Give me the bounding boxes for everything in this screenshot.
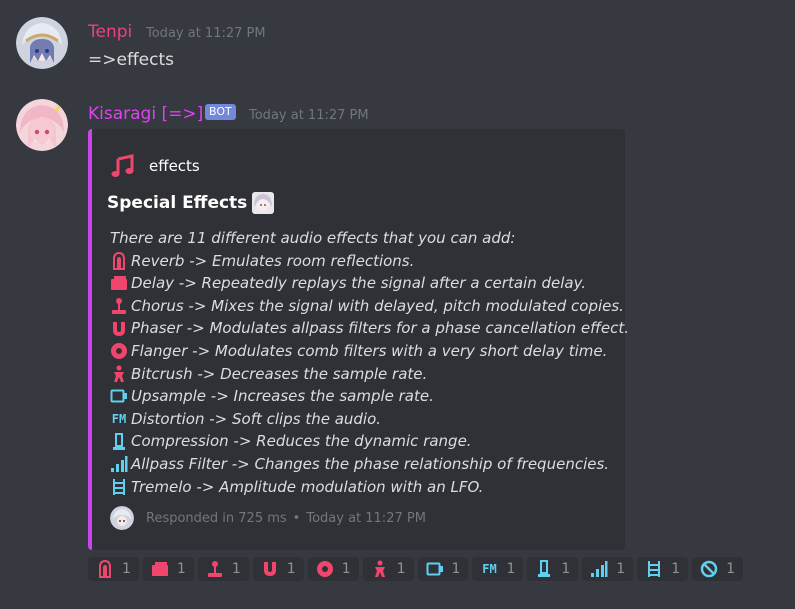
reverb-icon bbox=[110, 251, 128, 270]
reaction-count: 1 bbox=[341, 561, 351, 577]
reaction-count: 1 bbox=[122, 561, 131, 577]
reaction-flanger[interactable]: 1 bbox=[307, 557, 359, 581]
music-note-icon bbox=[110, 153, 136, 179]
reverb-icon bbox=[96, 560, 114, 578]
upsample-icon bbox=[110, 387, 128, 405]
list-item: Flanger -> Modulates comb filters with a… bbox=[110, 340, 629, 363]
reaction-count: 1 bbox=[726, 561, 736, 577]
embed-title-text: Special Effects bbox=[107, 193, 248, 213]
distortion-icon: FM bbox=[482, 562, 497, 576]
list-item: Chorus -> Mixes the signal with delayed,… bbox=[110, 295, 629, 318]
list-item: Delay -> Repeatedly replays the signal a… bbox=[110, 272, 629, 295]
reaction-chorus[interactable]: 1 bbox=[197, 557, 249, 581]
list-item: Upsample -> Increases the sample rate. bbox=[110, 385, 629, 408]
timestamp: Today at 11:27 PM bbox=[146, 26, 266, 41]
effects-intro: There are 11 different audio effects tha… bbox=[110, 229, 516, 247]
list-item: Tremelo -> Amplitude modulation with an … bbox=[110, 476, 629, 499]
effect-text: Upsample -> Increases the sample rate. bbox=[131, 387, 434, 406]
cancel-icon bbox=[700, 560, 718, 578]
footer-text: Responded in 725 ms bbox=[146, 510, 287, 526]
list-item: Reverb -> Emulates room reflections. bbox=[110, 250, 629, 273]
footer-timestamp: Today at 11:27 PM bbox=[306, 510, 426, 526]
compression-icon bbox=[110, 432, 128, 451]
avatar[interactable] bbox=[16, 17, 68, 69]
bitcrush-icon bbox=[110, 365, 128, 383]
reaction-count: 1 bbox=[231, 561, 241, 577]
reaction-compression[interactable]: 1 bbox=[527, 557, 579, 581]
reaction-distortion[interactable]: FM 1 bbox=[472, 557, 524, 581]
username[interactable]: Kisaragi [=>] bbox=[88, 104, 203, 124]
embed-title: Special Effects bbox=[107, 191, 275, 215]
bot-tag: BOT bbox=[205, 104, 236, 120]
reaction-count: 1 bbox=[176, 561, 186, 577]
footer-separator: • bbox=[292, 510, 301, 526]
footer-avatar bbox=[110, 506, 134, 530]
embed-footer: Responded in 725 ms • Today at 11:27 PM bbox=[110, 506, 426, 530]
list-item: Phaser -> Modulates allpass filters for … bbox=[110, 317, 629, 340]
phaser-icon bbox=[110, 320, 128, 338]
effect-text: Tremelo -> Amplitude modulation with an … bbox=[131, 477, 484, 496]
reaction-cancel[interactable]: 1 bbox=[692, 557, 744, 581]
reaction-count: 1 bbox=[616, 561, 626, 577]
embed: effects Special Effects There are 11 dif… bbox=[88, 129, 629, 550]
distortion-icon: FM bbox=[111, 411, 127, 426]
effect-text: Delay -> Repeatedly replays the signal a… bbox=[131, 274, 587, 293]
reaction-count: 1 bbox=[286, 561, 296, 577]
effect-text: Bitcrush -> Decreases the sample rate. bbox=[131, 364, 428, 383]
tremelo-icon bbox=[110, 478, 128, 496]
chorus-icon bbox=[110, 297, 128, 315]
timestamp: Today at 11:27 PM bbox=[249, 108, 369, 123]
compression-icon bbox=[535, 560, 553, 578]
reaction-count: 1 bbox=[396, 561, 406, 577]
effect-text: Flanger -> Modulates comb filters with a… bbox=[131, 341, 608, 360]
list-item: Compression -> Reduces the dynamic range… bbox=[110, 430, 629, 453]
effect-text: Allpass Filter -> Changes the phase rela… bbox=[131, 454, 610, 473]
list-item: Bitcrush -> Decreases the sample rate. bbox=[110, 363, 629, 386]
reaction-count: 1 bbox=[671, 561, 681, 577]
reaction-tremelo[interactable]: 1 bbox=[637, 557, 689, 581]
embed-author-name[interactable]: effects bbox=[149, 157, 200, 175]
reaction-allpass[interactable]: 1 bbox=[582, 557, 634, 581]
effect-text: Phaser -> Modulates allpass filters for … bbox=[131, 319, 630, 338]
list-item: Allpass Filter -> Changes the phase rela… bbox=[110, 453, 629, 476]
effect-text: Distortion -> Soft clips the audio. bbox=[131, 409, 382, 428]
reaction-delay[interactable]: 1 bbox=[142, 557, 194, 581]
upsample-icon bbox=[426, 560, 444, 578]
reaction-count: 1 bbox=[451, 561, 461, 577]
list-item: FM Distortion -> Soft clips the audio. bbox=[110, 408, 629, 431]
embed-author: effects bbox=[110, 153, 200, 179]
bitcrush-icon bbox=[371, 560, 389, 578]
effect-text: Reverb -> Emulates room reflections. bbox=[131, 251, 415, 270]
effect-text: Chorus -> Mixes the signal with delayed,… bbox=[131, 296, 624, 315]
effect-text: Compression -> Reduces the dynamic range… bbox=[131, 432, 472, 451]
flanger-icon bbox=[316, 560, 334, 578]
anime-girl-emote bbox=[251, 191, 275, 215]
delay-icon bbox=[151, 560, 169, 578]
delay-icon bbox=[110, 274, 128, 292]
phaser-icon bbox=[261, 560, 279, 578]
username[interactable]: Tenpi bbox=[88, 22, 132, 42]
allpass-icon bbox=[590, 560, 608, 578]
avatar[interactable] bbox=[16, 99, 68, 151]
reaction-phaser[interactable]: 1 bbox=[252, 557, 304, 581]
reaction-reverb[interactable]: 1 bbox=[88, 557, 139, 581]
reactions-bar: 1 1 1 1 1 1 1 FM 1 1 1 1 1 bbox=[88, 557, 747, 581]
allpass-icon bbox=[110, 455, 128, 473]
reaction-upsample[interactable]: 1 bbox=[417, 557, 469, 581]
reaction-bitcrush[interactable]: 1 bbox=[362, 557, 414, 581]
flanger-icon bbox=[110, 342, 128, 360]
tremelo-icon bbox=[645, 560, 663, 578]
embed-description: There are 11 different audio effects tha… bbox=[110, 227, 629, 498]
chorus-icon bbox=[206, 560, 224, 578]
reaction-count: 1 bbox=[561, 561, 571, 577]
message-content: =>effects bbox=[88, 50, 174, 70]
reaction-count: 1 bbox=[506, 561, 516, 577]
